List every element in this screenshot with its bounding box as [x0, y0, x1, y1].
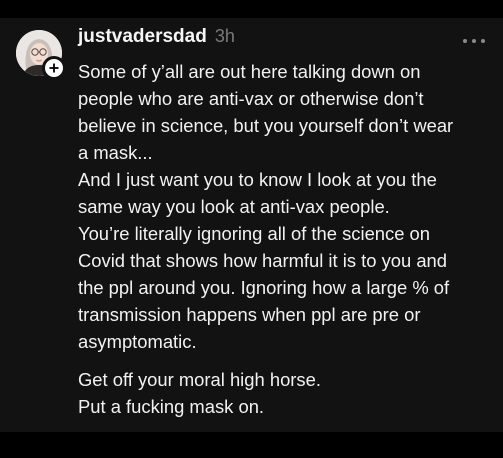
post-body: Some of y’all are out here talking down …: [78, 58, 488, 420]
post-paragraph: You’re literally ignoring all of the sci…: [78, 223, 450, 352]
post-paragraph: And I just want you to know I look at yo…: [78, 169, 437, 217]
plus-icon[interactable]: [45, 59, 63, 77]
post-paragraph: Get off your moral high horse. Put a fuc…: [78, 369, 321, 417]
username[interactable]: justvadersdad: [78, 26, 207, 48]
more-dot: [463, 39, 467, 43]
add-badge[interactable]: [42, 56, 66, 80]
more-dot: [472, 39, 476, 43]
top-band: [0, 0, 503, 18]
more-horizontal-icon[interactable]: [463, 38, 485, 44]
thread-post: justvadersdad 3h Some of y’all are out h…: [0, 18, 503, 432]
bottom-band: [0, 432, 503, 458]
more-dot: [481, 39, 485, 43]
avatar-container[interactable]: [16, 30, 66, 80]
post-paragraph: Some of y’all are out here talking down …: [78, 61, 454, 163]
timestamp: 3h: [214, 26, 235, 46]
post-header: justvadersdad 3h: [78, 26, 235, 54]
